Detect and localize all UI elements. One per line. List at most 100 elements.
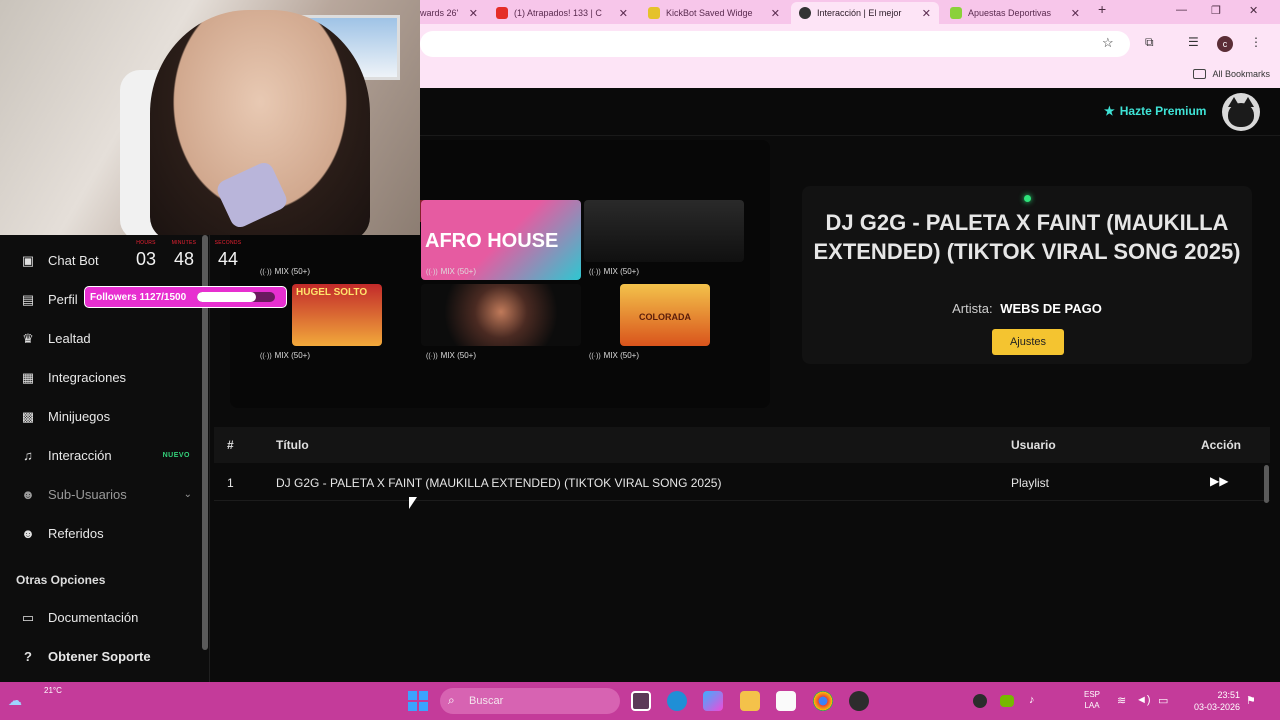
timer-value: 44 xyxy=(217,249,239,269)
chrome-icon[interactable] xyxy=(813,691,833,711)
skip-forward-icon[interactable]: ▶▶ xyxy=(1210,474,1228,488)
table-row[interactable]: 1 DJ G2G - PALETA X FAINT (MAUKILLA EXTE… xyxy=(214,465,1270,501)
chart-icon: ▦ xyxy=(21,369,35,385)
nvidia-icon[interactable] xyxy=(1000,695,1014,707)
stream-timer: HOURS 03 MINUTES 48 SECONDS 44 xyxy=(128,240,248,274)
close-window-icon[interactable]: ✕ xyxy=(1249,4,1258,17)
close-icon[interactable]: ✕ xyxy=(914,7,931,20)
webcam-overlay xyxy=(0,0,420,235)
document-icon: ▭ xyxy=(21,609,35,625)
tray-obs-icon[interactable] xyxy=(973,694,987,708)
premium-link[interactable]: ★ Hazte Premium xyxy=(1104,104,1206,118)
youtube-icon xyxy=(496,7,508,19)
restore-icon[interactable]: ❐ xyxy=(1211,4,1221,17)
wifi-icon[interactable]: ≋ xyxy=(1117,694,1126,707)
sidebar-item-label: Chat Bot xyxy=(48,253,99,268)
sidebar-item-label: Sub-Usuarios xyxy=(48,487,127,502)
playlist-thumbnail xyxy=(584,200,744,262)
obs-icon[interactable] xyxy=(849,691,869,711)
copilot-icon[interactable] xyxy=(703,691,723,711)
close-icon[interactable]: ✕ xyxy=(1063,7,1080,20)
mix-count: ((·)) MIX (50+) xyxy=(426,267,476,276)
minimize-icon[interactable]: — xyxy=(1176,4,1187,16)
notification-icon[interactable]: ⚑ xyxy=(1246,694,1256,707)
premium-label: Hazte Premium xyxy=(1119,104,1207,118)
settings-button[interactable]: Ajustes xyxy=(992,329,1064,355)
menu-icon[interactable]: ⋮ xyxy=(1250,35,1262,49)
search-placeholder: Buscar xyxy=(469,695,504,707)
profile-avatar[interactable]: c xyxy=(1217,36,1233,52)
users-icon: ☻ xyxy=(21,487,35,502)
tab-apuestas[interactable]: Apuestas Deportivas ✕ xyxy=(942,2,1088,24)
system-clock[interactable]: 23:51 03-03-2026 xyxy=(1184,689,1240,713)
new-tab-button[interactable]: + xyxy=(1098,1,1106,17)
close-icon[interactable]: ✕ xyxy=(611,7,628,20)
sidebar-item-lealtad[interactable]: ♛ Lealtad xyxy=(0,319,200,358)
task-view-icon[interactable] xyxy=(631,691,651,711)
col-title: Título xyxy=(276,438,309,452)
store-icon[interactable] xyxy=(776,691,796,711)
sidebar-item-documentacion[interactable]: ▭ Documentación xyxy=(0,598,200,637)
microphone-icon[interactable]: ♪ xyxy=(1029,694,1035,706)
battery-icon[interactable]: ▭ xyxy=(1158,694,1168,707)
extensions-icon[interactable]: ⧉ xyxy=(1145,35,1154,50)
keyboard-language[interactable]: ESP LAA xyxy=(1084,689,1100,711)
close-icon[interactable]: ✕ xyxy=(461,7,478,20)
sidebar-item-label: Interacción xyxy=(48,448,112,463)
tab-interaccion[interactable]: Interacción | El mejor ✕ xyxy=(791,2,939,24)
sidebar-item-label: Obtener Soporte xyxy=(48,649,151,664)
all-bookmarks[interactable]: All Bookmarks xyxy=(1193,69,1270,79)
timer-value: 03 xyxy=(135,249,157,269)
robot-icon: ▣ xyxy=(21,252,35,268)
playlist-title: AFRO HOUSE xyxy=(425,230,559,252)
tab-youtube[interactable]: (1) Atrapados! 133 | C ✕ xyxy=(488,2,636,24)
timer-seconds: SECONDS 44 xyxy=(210,240,246,270)
volume-icon[interactable]: ◄) xyxy=(1136,694,1151,706)
mix-count: ((·)) MIX (50+) xyxy=(260,267,310,276)
followers-progress-fill xyxy=(197,292,256,302)
timer-label: SECONDS xyxy=(214,240,242,246)
file-explorer-icon[interactable] xyxy=(740,691,760,711)
col-num: # xyxy=(227,438,234,452)
sidebar-item-sub-usuarios[interactable]: ☻ Sub-Usuarios ⌄ xyxy=(0,475,200,514)
playlist-thumbnail xyxy=(421,284,581,346)
url-input[interactable]: ☆ xyxy=(420,31,1130,57)
timer-minutes: MINUTES 48 xyxy=(166,240,202,270)
bookmark-star-icon[interactable]: ☆ xyxy=(1102,35,1114,51)
user-avatar[interactable] xyxy=(1222,93,1260,131)
media-icon[interactable]: ☰ xyxy=(1188,35,1199,49)
tab-label: (1) Atrapados! 133 | C xyxy=(514,8,602,18)
sidebar-item-label: Perfil xyxy=(48,292,78,307)
tab-awards[interactable]: wards 26' ✕ xyxy=(412,2,486,24)
playlist-title: COLORADA xyxy=(639,312,691,322)
lang-layout: LAA xyxy=(1084,701,1100,710)
playlist-thumbnail: HUGEL SOLTO xyxy=(292,284,382,346)
site-header: ★ Hazte Premium xyxy=(420,88,1280,136)
star-icon: ★ xyxy=(1104,104,1115,118)
gamepad-icon: ▩ xyxy=(21,408,35,424)
taskbar-search[interactable]: ⌕ Buscar xyxy=(440,688,620,714)
sidebar-item-minijuegos[interactable]: ▩ Minijuegos xyxy=(0,397,200,436)
row-title: DJ G2G - PALETA X FAINT (MAUKILLA EXTEND… xyxy=(276,476,722,490)
sidebar-item-label: Lealtad xyxy=(48,331,91,346)
sidebar-item-integraciones[interactable]: ▦ Integraciones xyxy=(0,358,200,397)
row-user: Playlist xyxy=(1011,476,1050,490)
weather-icon[interactable]: ☁ xyxy=(8,692,22,709)
tab-label: KickBot Saved Widge xyxy=(666,8,753,18)
sidebar-item-referidos[interactable]: ☻ Referidos xyxy=(0,514,200,553)
main-scrollbar[interactable] xyxy=(1264,465,1269,503)
temperature: 21°C xyxy=(44,686,62,695)
windows-start-icon[interactable] xyxy=(408,691,428,711)
trophy-icon: ♛ xyxy=(22,330,34,346)
timer-label: MINUTES xyxy=(171,240,197,246)
help-icon: ? xyxy=(24,649,32,664)
edge-icon[interactable] xyxy=(667,691,687,711)
sidebar-item-soporte[interactable]: ? Obtener Soporte xyxy=(0,637,200,676)
table-header: # Título Usuario Acción xyxy=(214,427,1270,463)
site-icon xyxy=(799,7,811,19)
sidebar-item-interaccion[interactable]: ♫ Interacción NUEVO xyxy=(0,436,200,475)
tab-kickbot[interactable]: KickBot Saved Widge ✕ xyxy=(640,2,788,24)
kickbot-icon xyxy=(648,7,660,19)
bolt-icon xyxy=(950,7,962,19)
close-icon[interactable]: ✕ xyxy=(763,7,780,20)
